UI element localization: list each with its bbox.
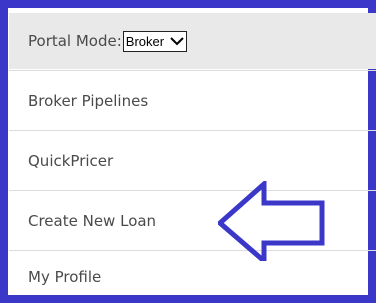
menu-item-broker-pipelines[interactable]: Broker Pipelines — [9, 70, 376, 130]
portal-mode-select[interactable]: Broker — [122, 30, 188, 52]
chevron-down-icon — [170, 37, 184, 46]
portal-mode-row: Portal Mode: Broker — [9, 13, 376, 69]
arrow-left-icon — [218, 181, 325, 261]
portal-mode-selected-value: Broker — [125, 33, 165, 49]
menu-item-label: Broker Pipelines — [28, 91, 149, 110]
portal-mode-label: Portal Mode: — [28, 32, 122, 50]
menu-item-label: QuickPricer — [28, 151, 114, 170]
menu-item-label: Create New Loan — [28, 211, 157, 230]
menu-item-label: My Profile — [28, 268, 102, 286]
